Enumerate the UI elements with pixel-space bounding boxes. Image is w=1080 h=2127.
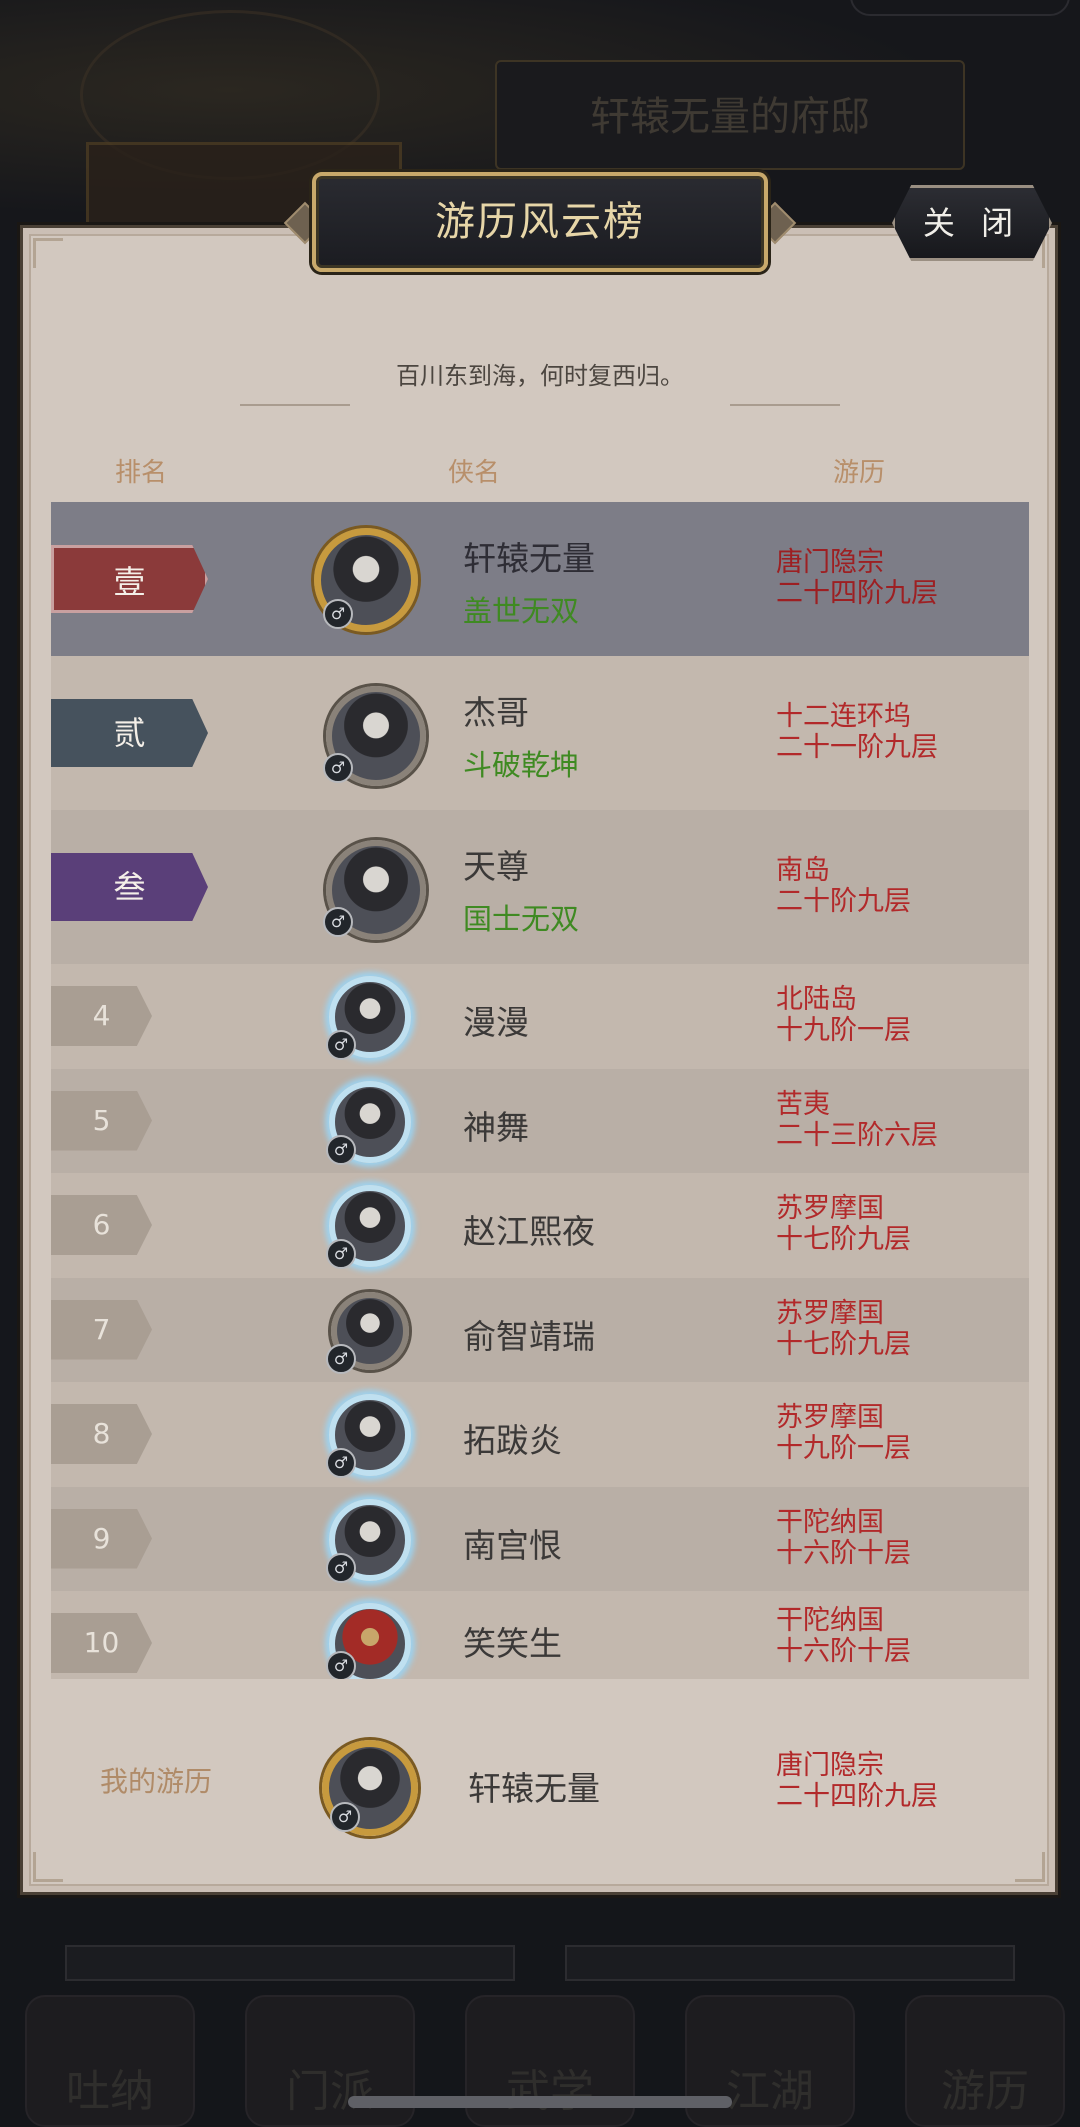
travel-stage: 十六阶十层 <box>776 1636 911 1667</box>
ranking-row-1[interactable]: 壹 ♂ 轩辕无量 盖世无双 唐门隐宗 二十四阶九层 <box>51 502 1029 656</box>
ranking-row-9[interactable]: 9 ♂ 南宫恨 干陀纳国 十六阶十层 <box>51 1486 1029 1591</box>
male-icon: ♂ <box>323 907 353 937</box>
rank-badge-third: 叁 <box>51 853 208 921</box>
close-button[interactable]: 关 闭 <box>892 185 1052 261</box>
travel-stage: 二十三阶六层 <box>776 1119 938 1151</box>
rank-number: 5 <box>51 1090 152 1151</box>
my-name: 轩辕无量 <box>468 1769 600 1808</box>
my-record-label: 我的游历 <box>100 1765 213 1798</box>
rank-number: 7 <box>51 1299 152 1360</box>
bottom-progress-bar <box>565 1945 1015 1981</box>
rank-number: 8 <box>51 1404 152 1464</box>
player-name: 天尊 <box>463 847 529 886</box>
corner-ornament <box>33 238 63 268</box>
player-title: 斗破乾坤 <box>463 748 580 782</box>
travel-stage: 二十四阶九层 <box>776 578 938 609</box>
rank-badge-second: 贰 <box>51 699 208 767</box>
ranking-row-10[interactable]: 10 ♂ 笑笑生 干陀纳国 十六阶十层 <box>51 1591 1029 1679</box>
ranking-row-3[interactable]: 叁 ♂ 天尊 国士无双 南岛 二十阶九层 <box>51 810 1029 964</box>
divider <box>240 404 350 406</box>
rank-number: 9 <box>51 1508 152 1569</box>
ranking-row-7[interactable]: 7 ♂ 俞智靖瑞 苏罗摩国 十七阶九层 <box>51 1277 1029 1382</box>
column-header-name: 侠名 <box>448 458 501 488</box>
ranking-row-6[interactable]: 6 ♂ 赵江熙夜 苏罗摩国 十七阶九层 <box>51 1173 1029 1278</box>
mansion-title: 轩辕无量的府邸 <box>495 60 965 170</box>
ranking-row-4[interactable]: 4 ♂ 漫漫 北陆岛 十九阶一层 <box>51 964 1029 1069</box>
male-icon: ♂ <box>326 1239 356 1269</box>
travel-location: 苦夷 <box>776 1088 830 1120</box>
rank-badge-first: 壹 <box>51 545 208 613</box>
bottom-progress-bar <box>65 1945 515 1981</box>
dialog-title: 游历风云榜 <box>312 172 768 272</box>
nav-tab-travel[interactable]: 游历 <box>905 1995 1065 2127</box>
ranking-list: 壹 ♂ 轩辕无量 盖世无双 唐门隐宗 二十四阶九层 贰 ♂ 杰哥 斗破乾坤 十二… <box>51 502 1029 1679</box>
travel-stage: 十七阶九层 <box>776 1224 911 1255</box>
my-record-row[interactable]: 我的游历 ♂ 轩辕无量 唐门隐宗 二十四阶九层 <box>20 1680 1058 1880</box>
column-header-rank: 排名 <box>115 458 168 488</box>
player-name: 南宫恨 <box>463 1525 562 1565</box>
travel-location: 十二连环坞 <box>776 701 911 732</box>
rank-number: 10 <box>51 1613 152 1673</box>
column-header-progress: 游历 <box>833 458 886 488</box>
player-name: 神舞 <box>463 1107 529 1147</box>
travel-stage: 十六阶十层 <box>776 1537 911 1569</box>
player-name: 赵江熙夜 <box>463 1212 595 1251</box>
male-icon: ♂ <box>326 1134 356 1165</box>
player-title: 国士无双 <box>463 902 580 936</box>
player-name: 俞智靖瑞 <box>463 1316 595 1356</box>
travel-location: 苏罗摩国 <box>776 1193 884 1224</box>
home-indicator[interactable] <box>348 2096 732 2108</box>
travel-stage: 二十阶九层 <box>776 886 911 917</box>
travel-stage: 十七阶九层 <box>776 1328 911 1360</box>
player-name: 拓跋炎 <box>463 1421 562 1460</box>
travel-stage: 十九阶一层 <box>776 1433 911 1464</box>
travel-location: 干陀纳国 <box>776 1506 884 1538</box>
nav-tab-breathing[interactable]: 吐纳 <box>25 1995 195 2127</box>
male-icon: ♂ <box>326 1343 356 1374</box>
male-icon: ♂ <box>323 599 353 629</box>
divider <box>730 404 840 406</box>
travel-location: 苏罗摩国 <box>776 1402 884 1433</box>
ranking-row-5[interactable]: 5 ♂ 神舞 苦夷 二十三阶六层 <box>51 1068 1029 1173</box>
my-travel-location: 唐门隐宗 <box>776 1750 884 1781</box>
rank-number: 6 <box>51 1195 152 1255</box>
my-travel-stage: 二十四阶九层 <box>776 1781 938 1812</box>
male-icon: ♂ <box>326 1651 356 1679</box>
travel-location: 南岛 <box>776 855 830 886</box>
rank-number: 4 <box>51 986 152 1046</box>
top-right-control <box>850 0 1070 16</box>
player-name: 轩辕无量 <box>463 539 595 578</box>
ranking-row-8[interactable]: 8 ♂ 拓跋炎 苏罗摩国 十九阶一层 <box>51 1382 1029 1487</box>
motto-text: 百川东到海，何时复西归。 <box>396 362 684 390</box>
male-icon: ♂ <box>323 753 353 783</box>
player-name: 漫漫 <box>463 1003 529 1042</box>
ranking-row-2[interactable]: 贰 ♂ 杰哥 斗破乾坤 十二连环坞 二十一阶九层 <box>51 656 1029 810</box>
travel-location: 苏罗摩国 <box>776 1297 884 1329</box>
male-icon: ♂ <box>326 1448 356 1478</box>
player-name: 笑笑生 <box>463 1624 562 1663</box>
male-icon: ♂ <box>326 1552 356 1583</box>
male-icon: ♂ <box>326 1030 356 1060</box>
male-icon: ♂ <box>330 1802 360 1832</box>
travel-stage: 二十一阶九层 <box>776 732 938 763</box>
travel-location: 干陀纳国 <box>776 1605 884 1636</box>
player-title: 盖世无双 <box>463 594 580 628</box>
player-name: 杰哥 <box>463 693 529 732</box>
travel-location: 唐门隐宗 <box>776 547 884 578</box>
travel-location: 北陆岛 <box>776 984 857 1015</box>
travel-stage: 十九阶一层 <box>776 1015 911 1046</box>
